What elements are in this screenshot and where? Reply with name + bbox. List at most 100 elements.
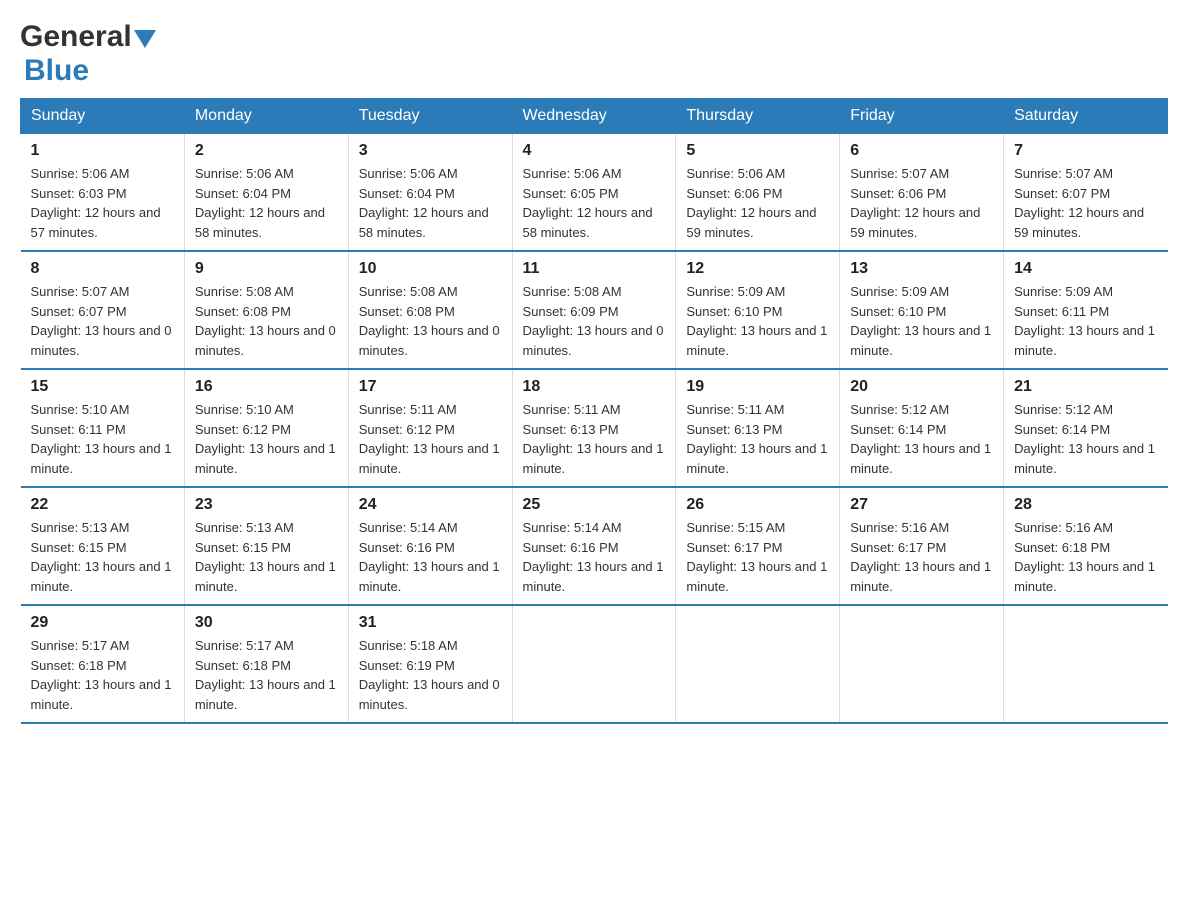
sunset-label: Sunset: 6:16 PM [523,540,619,555]
sunrise-label: Sunrise: 5:06 AM [359,166,458,181]
day-info: Sunrise: 5:08 AM Sunset: 6:08 PM Dayligh… [359,282,502,360]
logo-blue-text: Blue [24,54,89,87]
calendar-cell [840,605,1004,723]
calendar-cell: 23 Sunrise: 5:13 AM Sunset: 6:15 PM Dayl… [184,487,348,605]
daylight-label: Daylight: 13 hours and 1 minute. [195,677,336,712]
day-number: 25 [523,496,666,514]
day-number: 22 [31,496,174,514]
sunrise-label: Sunrise: 5:08 AM [359,284,458,299]
sunrise-label: Sunrise: 5:14 AM [359,520,458,535]
calendar-cell: 3 Sunrise: 5:06 AM Sunset: 6:04 PM Dayli… [348,134,512,252]
daylight-label: Daylight: 13 hours and 1 minute. [1014,441,1155,476]
daylight-label: Daylight: 12 hours and 58 minutes. [523,205,653,240]
calendar-cell: 28 Sunrise: 5:16 AM Sunset: 6:18 PM Dayl… [1004,487,1168,605]
sunset-label: Sunset: 6:15 PM [31,540,127,555]
day-number: 20 [850,378,993,396]
calendar-cell [512,605,676,723]
day-number: 19 [686,378,829,396]
daylight-label: Daylight: 12 hours and 59 minutes. [686,205,816,240]
calendar-cell: 29 Sunrise: 5:17 AM Sunset: 6:18 PM Dayl… [21,605,185,723]
calendar-cell: 12 Sunrise: 5:09 AM Sunset: 6:10 PM Dayl… [676,251,840,369]
daylight-label: Daylight: 13 hours and 1 minute. [523,559,664,594]
day-info: Sunrise: 5:13 AM Sunset: 6:15 PM Dayligh… [195,518,338,596]
daylight-label: Daylight: 13 hours and 1 minute. [31,441,172,476]
sunset-label: Sunset: 6:13 PM [523,422,619,437]
day-info: Sunrise: 5:06 AM Sunset: 6:03 PM Dayligh… [31,164,174,242]
daylight-label: Daylight: 13 hours and 0 minutes. [31,323,172,358]
sunset-label: Sunset: 6:19 PM [359,658,455,673]
daylight-label: Daylight: 13 hours and 1 minute. [686,441,827,476]
sunset-label: Sunset: 6:03 PM [31,186,127,201]
daylight-label: Daylight: 13 hours and 1 minute. [195,441,336,476]
day-number: 11 [523,260,666,278]
day-info: Sunrise: 5:06 AM Sunset: 6:04 PM Dayligh… [195,164,338,242]
calendar-cell: 24 Sunrise: 5:14 AM Sunset: 6:16 PM Dayl… [348,487,512,605]
calendar-cell [676,605,840,723]
sunset-label: Sunset: 6:11 PM [1014,304,1109,319]
logo-triangle-icon [134,30,156,48]
calendar-cell: 7 Sunrise: 5:07 AM Sunset: 6:07 PM Dayli… [1004,134,1168,252]
sunrise-label: Sunrise: 5:08 AM [195,284,294,299]
day-info: Sunrise: 5:12 AM Sunset: 6:14 PM Dayligh… [1014,400,1157,478]
sunset-label: Sunset: 6:06 PM [686,186,782,201]
daylight-label: Daylight: 13 hours and 0 minutes. [523,323,664,358]
day-number: 28 [1014,496,1157,514]
day-number: 17 [359,378,502,396]
day-number: 8 [31,260,174,278]
day-number: 4 [523,142,666,160]
day-info: Sunrise: 5:11 AM Sunset: 6:12 PM Dayligh… [359,400,502,478]
sunset-label: Sunset: 6:10 PM [686,304,782,319]
calendar-cell: 22 Sunrise: 5:13 AM Sunset: 6:15 PM Dayl… [21,487,185,605]
calendar-week-row: 15 Sunrise: 5:10 AM Sunset: 6:11 PM Dayl… [21,369,1168,487]
sunrise-label: Sunrise: 5:06 AM [686,166,785,181]
daylight-label: Daylight: 12 hours and 59 minutes. [1014,205,1144,240]
sunrise-label: Sunrise: 5:07 AM [31,284,130,299]
calendar-cell: 16 Sunrise: 5:10 AM Sunset: 6:12 PM Dayl… [184,369,348,487]
sunrise-label: Sunrise: 5:17 AM [31,638,130,653]
sunrise-label: Sunrise: 5:15 AM [686,520,785,535]
day-info: Sunrise: 5:10 AM Sunset: 6:12 PM Dayligh… [195,400,338,478]
day-number: 31 [359,614,502,632]
header-sunday: Sunday [21,99,185,134]
daylight-label: Daylight: 12 hours and 57 minutes. [31,205,161,240]
calendar-cell: 31 Sunrise: 5:18 AM Sunset: 6:19 PM Dayl… [348,605,512,723]
day-number: 12 [686,260,829,278]
calendar-cell [1004,605,1168,723]
header-thursday: Thursday [676,99,840,134]
sunrise-label: Sunrise: 5:06 AM [31,166,130,181]
calendar-cell: 18 Sunrise: 5:11 AM Sunset: 6:13 PM Dayl… [512,369,676,487]
day-number: 5 [686,142,829,160]
sunset-label: Sunset: 6:08 PM [195,304,291,319]
sunrise-label: Sunrise: 5:11 AM [359,402,457,417]
day-info: Sunrise: 5:09 AM Sunset: 6:10 PM Dayligh… [850,282,993,360]
sunrise-label: Sunrise: 5:09 AM [1014,284,1113,299]
day-number: 2 [195,142,338,160]
sunset-label: Sunset: 6:13 PM [686,422,782,437]
sunset-label: Sunset: 6:14 PM [1014,422,1110,437]
sunrise-label: Sunrise: 5:18 AM [359,638,458,653]
day-info: Sunrise: 5:07 AM Sunset: 6:06 PM Dayligh… [850,164,993,242]
calendar-cell: 13 Sunrise: 5:09 AM Sunset: 6:10 PM Dayl… [840,251,1004,369]
day-info: Sunrise: 5:09 AM Sunset: 6:11 PM Dayligh… [1014,282,1157,360]
day-number: 14 [1014,260,1157,278]
daylight-label: Daylight: 13 hours and 1 minute. [686,323,827,358]
calendar-cell: 8 Sunrise: 5:07 AM Sunset: 6:07 PM Dayli… [21,251,185,369]
sunrise-label: Sunrise: 5:12 AM [850,402,949,417]
day-number: 3 [359,142,502,160]
sunset-label: Sunset: 6:11 PM [31,422,126,437]
daylight-label: Daylight: 13 hours and 1 minute. [523,441,664,476]
daylight-label: Daylight: 13 hours and 0 minutes. [359,323,500,358]
calendar-cell: 11 Sunrise: 5:08 AM Sunset: 6:09 PM Dayl… [512,251,676,369]
sunset-label: Sunset: 6:07 PM [1014,186,1110,201]
calendar-week-row: 8 Sunrise: 5:07 AM Sunset: 6:07 PM Dayli… [21,251,1168,369]
day-info: Sunrise: 5:06 AM Sunset: 6:06 PM Dayligh… [686,164,829,242]
calendar-cell: 9 Sunrise: 5:08 AM Sunset: 6:08 PM Dayli… [184,251,348,369]
logo-general-text: General [20,20,132,54]
day-number: 15 [31,378,174,396]
calendar-cell: 10 Sunrise: 5:08 AM Sunset: 6:08 PM Dayl… [348,251,512,369]
header-monday: Monday [184,99,348,134]
day-info: Sunrise: 5:18 AM Sunset: 6:19 PM Dayligh… [359,636,502,714]
daylight-label: Daylight: 12 hours and 58 minutes. [359,205,489,240]
day-number: 7 [1014,142,1157,160]
day-number: 1 [31,142,174,160]
